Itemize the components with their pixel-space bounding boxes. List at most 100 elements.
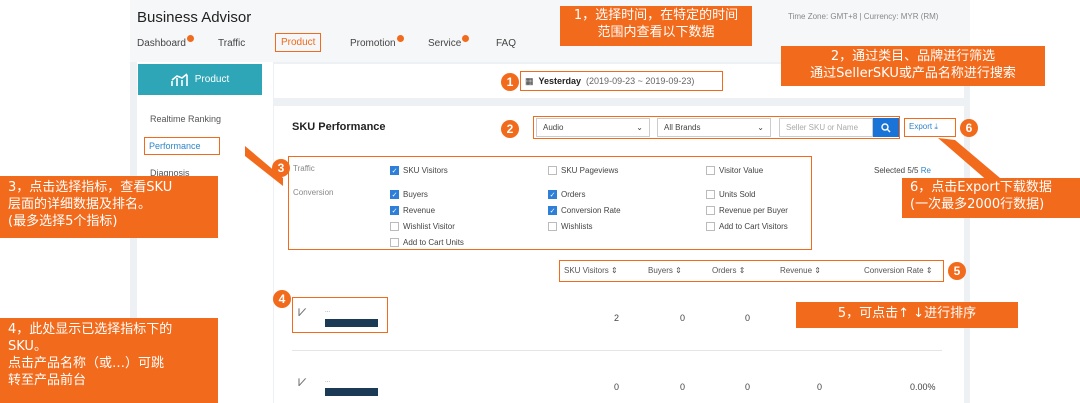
metric-revenue-per-buyer[interactable]: Revenue per Buyer [706,206,788,215]
traffic-group-label: Traffic [293,164,315,173]
checkbox-icon [706,166,715,175]
reset-link[interactable]: Re [921,166,931,175]
nav-label: Dashboard [137,38,186,49]
brand-select[interactable]: All Brands ⌄ [657,118,771,137]
callout-5: 5，可点击↑ ↓进行排序 [796,302,1018,328]
metric-add-to-cart-units[interactable]: Add to Cart Units [390,238,464,247]
cell-revenue: 0 [817,382,823,392]
metric-wishlists[interactable]: Wishlists [548,222,593,231]
export-button[interactable]: Export ⤓ [904,118,956,137]
callout-4: 4，此处显示已选择指标下的 SKU。 点击产品名称（或…）可跳 转至产品前台 [0,318,218,403]
cell-buyers: 0 [680,313,686,323]
product-thumbnail-icon: ⩗ [298,303,307,320]
nav-faq[interactable]: FAQ [496,38,516,49]
metric-conversion-rate[interactable]: ✓ Conversion Rate [548,206,621,215]
nav-service[interactable]: Service [428,35,470,49]
metric-visitor-value[interactable]: Visitor Value [706,166,763,175]
category-select[interactable]: Audio ⌄ [536,118,650,137]
product-name-link[interactable]: ... [325,308,330,314]
sort-icon: ⇕ [738,266,746,275]
step-5-badge: 5 [948,262,966,280]
callout-6: 6，点击Export下载数据 (一次最多2000行数据) [902,178,1080,218]
col-orders[interactable]: Orders ⇕ [712,266,745,275]
sidebar-product-header[interactable]: Product [138,64,262,95]
nav-product[interactable]: Product [275,33,322,52]
conversion-group-label: Conversion [293,188,334,197]
sku-panel [274,106,964,403]
nav-label: FAQ [496,38,517,49]
cell-orders: 0 [745,313,751,323]
step-1-badge: 1 [501,73,519,91]
checkbox-checked-icon: ✓ [390,166,399,175]
search-input[interactable]: Seller SKU or Name [779,118,873,137]
sku-performance-title: SKU Performance [292,121,386,133]
col-conversion-rate[interactable]: Conversion Rate ⇕ [864,266,933,275]
metric-label: Visitor Value [719,166,764,175]
callout-4-line-2: SKU。 [8,338,47,354]
col-revenue[interactable]: Revenue ⇕ [780,266,821,275]
step-2-badge: 2 [501,120,519,138]
sidebar-product-label: Product [194,74,230,85]
export-label: Export [909,122,933,131]
col-label: Conversion Rate [864,266,924,275]
date-picker[interactable]: ▦ Yesterday (2019-09-23 ~ 2019-09-23) [520,71,723,91]
callout-6-line-2: (一次最多2000行数据) [910,196,1045,212]
col-label: Orders [712,266,737,275]
col-sku-visitors[interactable]: SKU Visitors ⇕ [564,266,618,275]
notification-dot-icon [396,35,404,42]
metric-sku-pageviews[interactable]: SKU Pageviews [548,166,618,175]
checkbox-icon [548,166,557,175]
metric-label: Add to Cart Units [403,238,464,247]
metric-label: Wishlist Visitor [403,222,455,231]
callout-2-line-2: 通过SellerSKU或产品名称进行搜索 [810,65,1016,81]
metric-revenue[interactable]: ✓ Revenue [390,206,435,215]
metric-label: Orders [561,190,586,199]
search-button[interactable] [873,118,899,137]
checkbox-icon [548,222,557,231]
checkbox-checked-icon: ✓ [390,206,399,215]
nav-label: Promotion [350,38,396,49]
callout-3-line-3: (最多选择5个指标) [8,213,118,229]
sort-icon: ⇕ [814,266,821,275]
callout-2-line-1: 2，通过类目、品牌进行筛选 [830,49,996,64]
nav-label: Service [428,38,462,49]
metric-sku-visitors[interactable]: ✓ SKU Visitors [390,166,448,175]
callout-4-line-3: 点击产品名称（或…）可跳 [8,355,165,371]
search-icon [881,122,891,132]
category-value: Audio [543,123,564,132]
sort-icon: ⇕ [925,266,933,275]
sort-icon: ⇕ [611,266,618,275]
timezone-info: Time Zone: GMT+8 | Currency: MYR (RM) [788,12,939,21]
row-divider [292,350,942,351]
date-label: Yesterday [538,76,582,86]
product-thumbnail-icon: ⩗ [298,373,307,390]
cell-visitors: 0 [614,382,620,392]
metric-buyers[interactable]: ✓ Buyers [390,190,428,199]
bar-chart-icon [170,72,188,86]
notification-dot-icon [186,35,194,42]
metric-label: Wishlists [561,222,593,231]
sidebar-item-performance[interactable]: Performance [144,137,220,155]
chevron-down-icon: ⌄ [757,123,764,132]
nav-traffic[interactable]: Traffic [218,38,245,49]
metric-wishlist-visitor[interactable]: Wishlist Visitor [390,222,455,231]
metric-add-to-cart-visitors[interactable]: Add to Cart Visitors [706,222,788,231]
metric-label: SKU Visitors [403,166,448,175]
sidebar-item-realtime-ranking[interactable]: Realtime Ranking [150,114,221,124]
product-name-link[interactable]: ... [325,378,330,384]
brand-value: All Brands [664,123,701,132]
checkbox-icon [390,222,399,231]
checkbox-checked-icon: ✓ [390,190,399,199]
metric-units-sold[interactable]: Units Sold [706,190,755,199]
redacted-name [325,319,378,327]
nav-label: Traffic [218,38,246,49]
selected-text: Selected 5/5 [874,166,919,175]
nav-dashboard[interactable]: Dashboard [137,35,194,49]
metric-orders[interactable]: ✓ Orders [548,190,585,199]
metric-label: Buyers [403,190,428,199]
col-buyers[interactable]: Buyers ⇕ [648,266,682,275]
step-6-badge: 6 [960,119,978,137]
callout-1: 1，选择时间，在特定的时间范围内查看以下数据 [560,6,752,46]
nav-promotion[interactable]: Promotion [350,35,404,49]
checkbox-checked-icon: ✓ [548,206,557,215]
